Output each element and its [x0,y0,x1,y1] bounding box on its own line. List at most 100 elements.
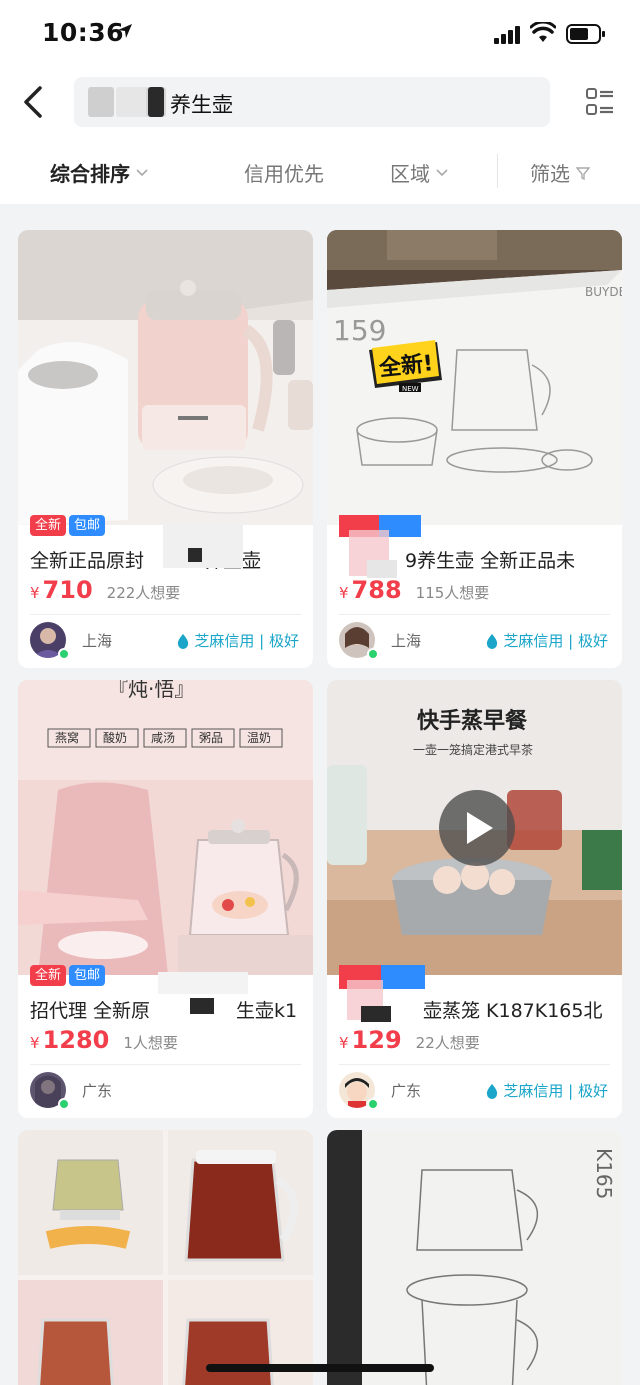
region-filter[interactable]: 区域 [390,158,448,187]
price-row: ¥ 710 222人想要 [30,576,180,604]
svg-text:快手蒸早餐: 快手蒸早餐 [417,709,528,734]
credit-text: 芝麻信用 | 极好 [194,632,299,650]
product-photo: K165 [327,1130,622,1385]
product-title: 招代理 全新原 生壶k1 [30,996,305,1023]
want-count: 222人想要 [106,584,181,602]
sesame-credit-icon [178,633,189,649]
seller-city: 上海 [82,632,113,650]
want-count: 22人想要 [415,1034,480,1052]
redaction-mosaic [190,998,214,1014]
redaction-mosaic [163,522,243,568]
chevron-down-icon [136,168,148,176]
product-card[interactable]: 『炖·悟』 燕窝 酸奶 咸汤 粥品 温奶 全新 包邮 招代理 全新原 生壶k1 [18,680,313,1118]
seller-city: 上海 [391,632,422,650]
credit-text: 芝麻信用 | 极好 [503,1082,608,1100]
product-title: 壶蒸笼 K187K165北 [423,1000,603,1022]
location-arrow-icon [118,24,132,38]
home-indicator[interactable] [206,1364,434,1372]
svg-text:温奶: 温奶 [247,731,271,745]
sesame-credit-icon [487,1083,498,1099]
credit-rating: 芝麻信用 | 极好 [176,630,299,651]
cellular-signal-icon [494,26,520,44]
tag-group: 全新 包邮 [30,965,106,986]
svg-text:粥品: 粥品 [199,731,223,745]
product-photo [18,230,313,525]
product-photo: 『炖·悟』 燕窝 酸奶 咸汤 粥品 温奶 [18,680,313,975]
search-input[interactable]: 养生壶 [74,77,550,127]
divider [30,614,301,615]
price-row: ¥ 788 115人想要 [339,576,489,604]
divider [339,1064,610,1065]
chevron-down-icon [436,168,448,176]
status-bar: 10:36 [0,0,640,66]
badge-new: 全新 [30,965,67,986]
online-dot [58,1098,70,1110]
filter-label: 筛选 [530,162,570,186]
currency-symbol: ¥ [30,584,40,602]
product-photo: 快手蒸早餐 一壶一笼搞定港式早茶 [327,680,622,975]
price: 788 [351,576,402,604]
svg-text:159: 159 [333,314,386,347]
divider [497,154,498,188]
filter-bar: 综合排序 信用优先 区域 筛选 [0,138,640,204]
currency-symbol: ¥ [339,1034,349,1052]
online-dot [367,1098,379,1110]
divider [30,1064,301,1065]
redaction-mosaic [158,972,248,994]
price: 129 [351,1026,402,1054]
svg-text:咸汤: 咸汤 [151,731,175,745]
filter-label: 区域 [390,162,430,186]
want-count: 1人想要 [123,1034,178,1052]
credit-first-filter[interactable]: 信用优先 [244,158,324,187]
seller-row: 广东 [30,1070,305,1110]
status-time: 10:36 [42,18,125,47]
battery-icon [566,24,605,44]
currency-symbol: ¥ [339,584,349,602]
price-row: ¥ 129 22人想要 [339,1026,480,1054]
title-part: 全新正品原封 [30,550,145,572]
product-card[interactable]: 全新 包邮 全新正品原封养生壶 ¥ 710 222人想要 上海 芝麻信用 | 极… [18,230,313,668]
redaction-mosaic [188,548,202,562]
screen-filter[interactable]: 筛选 [530,158,590,187]
svg-text:BUYDE: BUYDE [585,285,622,299]
back-arrow-icon[interactable] [18,84,48,120]
seller-row: 上海 芝麻信用 | 极好 [339,620,614,660]
product-card[interactable]: 快手蒸早餐 一壶一笼搞定港式早茶 壶蒸笼 K187K165北 ¥ 129 22人… [327,680,622,1118]
svg-text:『炖·悟』: 『炖·悟』 [108,680,194,701]
product-photo: 159 BUYDE 全新! NEW [327,230,622,525]
seller-city: 广东 [391,1082,422,1100]
svg-text:NEW: NEW [402,385,419,393]
redaction-mosaic [381,965,425,989]
svg-text:一壶一笼搞定港式早茶: 一壶一笼搞定港式早茶 [413,742,533,757]
svg-text:酸奶: 酸奶 [103,730,127,745]
price: 1280 [42,1026,110,1054]
sort-comprehensive-filter[interactable]: 综合排序 [50,158,148,187]
badge-free-shipping: 包邮 [69,515,106,536]
list-view-toggle-icon[interactable] [586,87,614,117]
search-query: 养生壶 [170,93,233,117]
sesame-credit-icon [487,633,498,649]
redaction-mosaic [88,87,114,117]
seller-row: 广东 芝麻信用 | 极好 [339,1070,614,1110]
title-part: 招代理 全新原 [30,1000,151,1022]
product-card[interactable]: K165 [327,1130,622,1385]
redaction-mosaic [148,87,164,117]
filter-label: 信用优先 [244,162,324,186]
redaction-mosaic [361,1006,391,1022]
svg-text:燕窝: 燕窝 [55,730,79,745]
product-card[interactable] [18,1130,313,1385]
filter-label: 综合排序 [50,162,130,186]
price: 710 [42,576,93,604]
credit-text: 芝麻信用 | 极好 [503,632,608,650]
product-card[interactable]: 159 BUYDE 全新! NEW 9养生壶 全新正品未 ¥ 788 115人想… [327,230,622,668]
want-count: 115人想要 [415,584,490,602]
product-title: 9养生壶 全新正品未 [405,550,576,572]
online-dot [367,648,379,660]
online-dot [58,648,70,660]
svg-text:K165: K165 [592,1148,616,1199]
search-header: 养生壶 [0,66,640,138]
credit-rating: 芝麻信用 | 极好 [485,630,608,651]
tag-group: 全新 包邮 [30,515,106,536]
funnel-icon [576,166,590,180]
price-row: ¥ 1280 1人想要 [30,1026,178,1054]
